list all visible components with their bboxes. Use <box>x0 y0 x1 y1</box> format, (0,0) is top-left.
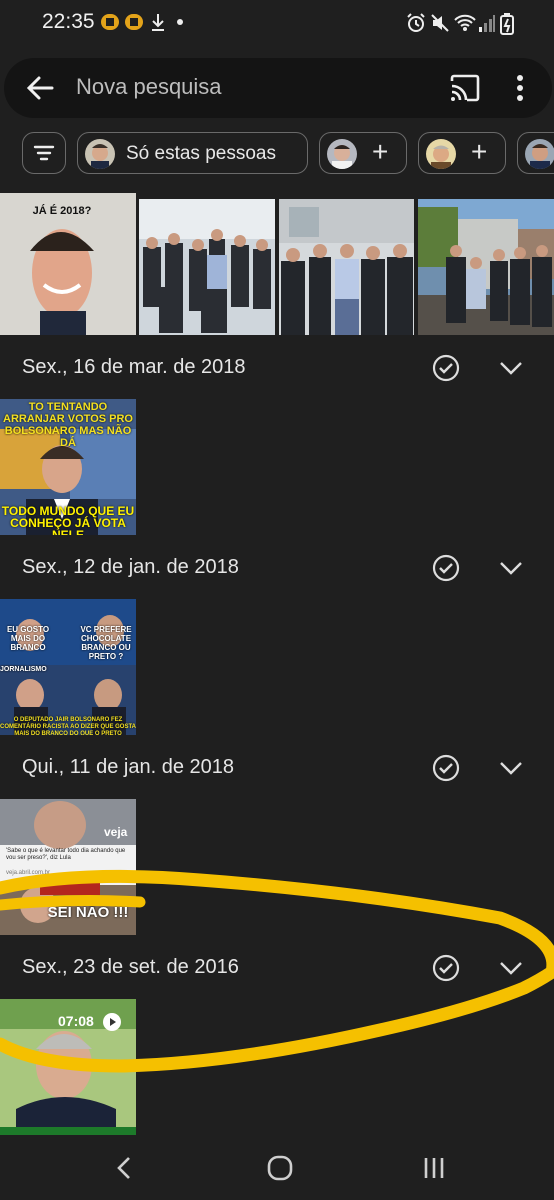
video-thumbnail[interactable]: 07:08 <box>0 999 136 1135</box>
photo-thumbnail[interactable]: JÁ É 2018? <box>0 193 136 335</box>
chip-label: Só estas pessoas <box>126 143 276 164</box>
date-group-header: Sex., 16 de mar. de 2018 <box>0 338 554 398</box>
avatar <box>525 139 554 169</box>
chevron-down-icon[interactable] <box>498 558 524 578</box>
notification-icon <box>101 14 119 30</box>
status-bar: 22:35 <box>0 0 554 44</box>
meme-text: EU GOSTO MAIS DO BRANCO <box>6 625 50 652</box>
date-label: Sex., 16 de mar. de 2018 <box>22 356 246 378</box>
wifi-icon <box>454 14 476 31</box>
cast-icon[interactable] <box>448 72 482 104</box>
photo-thumbnail[interactable] <box>279 199 414 335</box>
dot-icon <box>177 19 183 25</box>
meme-text: O DEPUTADO JAIR BOLSONARO FEZ COMENTÁRIO… <box>0 717 136 735</box>
chevron-down-icon[interactable] <box>498 758 524 778</box>
chevron-down-icon[interactable] <box>498 358 524 378</box>
check-circle-icon[interactable] <box>432 554 460 582</box>
check-circle-icon[interactable] <box>432 754 460 782</box>
search-bar[interactable]: Nova pesquisa <box>4 58 552 118</box>
meme-text: VC PREFERE CHOCOLATE BRANCO OU PRETO ? <box>80 625 132 661</box>
add-person-chip[interactable]: + <box>418 132 506 174</box>
status-time: 22:35 <box>42 10 95 33</box>
photo-thumbnail[interactable] <box>418 199 554 335</box>
photo-thumbnail[interactable] <box>139 199 275 335</box>
back-arrow-icon[interactable] <box>22 71 58 105</box>
chevron-down-icon[interactable] <box>498 958 524 978</box>
search-input[interactable]: Nova pesquisa <box>76 74 222 100</box>
check-circle-icon[interactable] <box>432 954 460 982</box>
battery-icon <box>500 13 514 35</box>
photo-thumbnail[interactable]: EU GOSTO MAIS DO BRANCO VC PREFERE CHOCO… <box>0 599 136 735</box>
date-group-header: Sex., 23 de set. de 2016 <box>0 938 554 998</box>
signal-icon <box>479 15 495 32</box>
filter-button[interactable] <box>22 132 66 174</box>
add-icon: + <box>471 136 488 167</box>
meme-text: TO TENTANDO ARRANJAR VOTOS PRO BOLSONARO… <box>3 401 133 449</box>
photo-thumbnail[interactable]: veja 'Sabe o que é levantar todo dia ach… <box>0 799 136 935</box>
avatar <box>327 139 357 169</box>
video-duration: 07:08 <box>58 1013 94 1029</box>
date-label: Sex., 23 de set. de 2016 <box>22 956 239 978</box>
nav-back-icon[interactable] <box>114 1155 134 1181</box>
play-icon <box>103 1013 121 1031</box>
download-icon <box>152 14 164 31</box>
avatar <box>426 139 456 169</box>
meme-text: SEI NÃO !!! <box>47 904 129 921</box>
people-filter-chips: Só estas pessoas + + <box>0 132 554 180</box>
navigation-bar <box>0 1135 554 1200</box>
news-caption: 'Sabe o que é levantar todo dia achando … <box>6 848 126 861</box>
alarm-icon <box>407 13 425 32</box>
filter-icon <box>33 145 55 161</box>
nav-recents-icon[interactable] <box>422 1156 446 1180</box>
date-group-header: Sex., 12 de jan. de 2018 <box>0 538 554 598</box>
chip-only-these-people[interactable]: Só estas pessoas <box>77 132 308 174</box>
date-label: Sex., 12 de jan. de 2018 <box>22 556 239 578</box>
date-label: Qui., 11 de jan. de 2018 <box>22 756 235 778</box>
nav-home-icon[interactable] <box>267 1155 293 1181</box>
news-url: veja.abril.com.br <box>6 870 51 876</box>
add-icon: + <box>372 136 389 167</box>
add-person-chip[interactable] <box>517 132 554 174</box>
photo-thumbnail[interactable]: TO TENTANDO ARRANJAR VOTOS PRO BOLSONARO… <box>0 399 136 535</box>
avatar <box>85 139 115 169</box>
meme-text: TODO MUNDO QUE EU CONHEÇO JÁ VOTA NELE <box>1 504 135 535</box>
more-vert-icon[interactable] <box>510 70 530 106</box>
brand-logo: veja <box>104 825 128 839</box>
check-circle-icon[interactable] <box>432 354 460 382</box>
date-group-header: Qui., 11 de jan. de 2018 <box>0 738 554 798</box>
add-person-chip[interactable]: + <box>319 132 407 174</box>
notification-icon <box>125 14 143 30</box>
mute-icon <box>431 14 449 32</box>
meme-text: JORNALISMO <box>0 666 47 673</box>
